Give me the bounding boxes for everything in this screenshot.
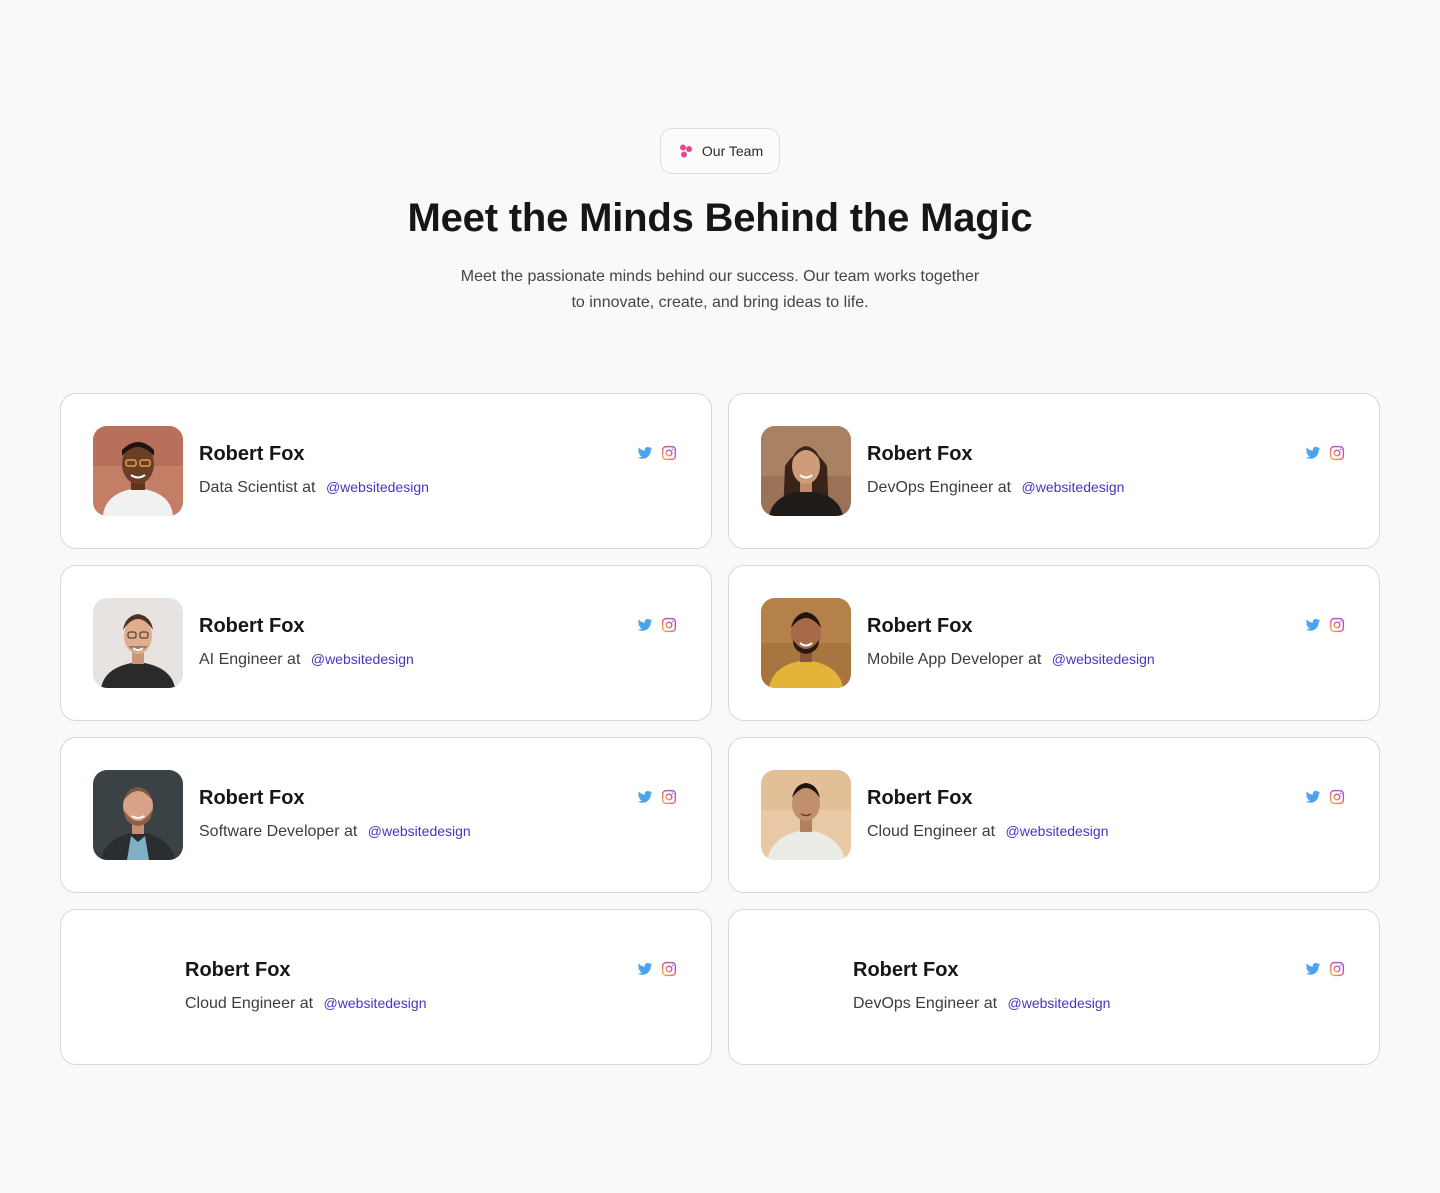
team-member-card: Robert Fox Data Scientist at @websitedes… [60, 393, 712, 549]
social-links [637, 961, 677, 977]
member-name: Robert Fox [199, 615, 305, 637]
social-links [637, 445, 677, 461]
member-role-line: Cloud Engineer at @websitedesign [185, 992, 426, 1015]
member-role: Data Scientist at [199, 479, 316, 496]
team-member-card: Robert Fox Cloud Engineer at @websitedes… [60, 909, 712, 1065]
instagram-icon[interactable] [661, 617, 677, 633]
member-role-line: AI Engineer at @websitedesign [199, 648, 414, 671]
team-member-card: Robert Fox DevOps Engineer at @websitede… [728, 909, 1380, 1065]
member-role-line: Mobile App Developer at @websitedesign [867, 648, 1155, 671]
avatar [761, 770, 851, 860]
member-role: Cloud Engineer at [185, 995, 314, 1012]
social-links [637, 617, 677, 633]
social-links [637, 789, 677, 805]
instagram-icon[interactable] [1329, 961, 1345, 977]
twitter-icon[interactable] [1305, 961, 1321, 977]
twitter-icon[interactable] [1305, 617, 1321, 633]
member-role-line: DevOps Engineer at @websitedesign [853, 992, 1110, 1015]
member-role: Mobile App Developer at [867, 651, 1042, 668]
avatar [93, 770, 183, 860]
twitter-icon[interactable] [637, 445, 653, 461]
member-role: Software Developer at [199, 823, 358, 840]
subtitle-line-2: to innovate, create, and bring ideas to … [571, 294, 869, 311]
avatar [93, 598, 183, 688]
instagram-icon[interactable] [1329, 789, 1345, 805]
member-name: Robert Fox [185, 959, 291, 981]
instagram-icon[interactable] [1329, 617, 1345, 633]
member-info: Robert Fox Software Developer at @websit… [199, 784, 471, 843]
twitter-icon[interactable] [637, 961, 653, 977]
member-handle-link[interactable]: @websitedesign [324, 995, 427, 1011]
member-info: Robert Fox AI Engineer at @websitedesign [199, 612, 414, 671]
member-name: Robert Fox [853, 959, 959, 981]
team-dots-icon [678, 143, 694, 159]
member-handle-link[interactable]: @websitedesign [368, 823, 471, 839]
member-handle-link[interactable]: @websitedesign [1052, 651, 1155, 667]
badge-label: Our Team [701, 143, 764, 159]
twitter-icon[interactable] [637, 617, 653, 633]
twitter-icon[interactable] [1305, 445, 1321, 461]
instagram-icon[interactable] [661, 445, 677, 461]
team-grid: Robert Fox Data Scientist at @websitedes… [60, 393, 1380, 1065]
avatar [761, 426, 851, 516]
instagram-icon[interactable] [661, 961, 677, 977]
team-member-card: Robert Fox Mobile App Developer at @webs… [728, 565, 1380, 721]
member-role: AI Engineer at [199, 651, 301, 668]
twitter-icon[interactable] [637, 789, 653, 805]
member-role-line: Data Scientist at @websitedesign [199, 476, 429, 499]
member-role-line: DevOps Engineer at @websitedesign [867, 476, 1124, 499]
member-role: DevOps Engineer at [853, 995, 998, 1012]
member-info: Robert Fox Mobile App Developer at @webs… [867, 612, 1155, 671]
member-name: Robert Fox [867, 443, 973, 465]
member-handle-link[interactable]: @websitedesign [326, 479, 429, 495]
member-handle-link[interactable]: @websitedesign [1006, 823, 1109, 839]
member-name: Robert Fox [867, 615, 973, 637]
avatar [93, 426, 183, 516]
member-handle-link[interactable]: @websitedesign [1008, 995, 1111, 1011]
social-links [1305, 789, 1345, 805]
social-links [1305, 617, 1345, 633]
page-title: Meet the Minds Behind the Magic [407, 196, 1033, 240]
instagram-icon[interactable] [1329, 445, 1345, 461]
social-links [1305, 445, 1345, 461]
team-member-card: Robert Fox AI Engineer at @websitedesign [60, 565, 712, 721]
member-info: Robert Fox DevOps Engineer at @websitede… [853, 956, 1110, 1015]
team-member-card: Robert Fox Software Developer at @websit… [60, 737, 712, 893]
member-handle-link[interactable]: @websitedesign [1022, 479, 1125, 495]
team-section: Our Team Meet the Minds Behind the Magic… [0, 0, 1440, 1193]
member-role: Cloud Engineer at [867, 823, 996, 840]
member-role-line: Software Developer at @websitedesign [199, 820, 471, 843]
page-subtitle: Meet the passionate minds behind our suc… [440, 264, 1000, 316]
member-role: DevOps Engineer at [867, 479, 1012, 496]
our-team-badge: Our Team [659, 128, 781, 174]
member-info: Robert Fox Cloud Engineer at @websitedes… [867, 784, 1108, 843]
member-name: Robert Fox [867, 787, 973, 809]
team-member-card: Robert Fox DevOps Engineer at @websitede… [728, 393, 1380, 549]
member-name: Robert Fox [199, 443, 305, 465]
member-handle-link[interactable]: @websitedesign [311, 651, 414, 667]
member-name: Robert Fox [199, 787, 305, 809]
member-role-line: Cloud Engineer at @websitedesign [867, 820, 1108, 843]
avatar [761, 598, 851, 688]
subtitle-line-1: Meet the passionate minds behind our suc… [460, 268, 980, 285]
twitter-icon[interactable] [1305, 789, 1321, 805]
team-member-card: Robert Fox Cloud Engineer at @websitedes… [728, 737, 1380, 893]
member-info: Robert Fox Cloud Engineer at @websitedes… [185, 956, 426, 1015]
member-info: Robert Fox Data Scientist at @websitedes… [199, 440, 429, 499]
team-header: Our Team Meet the Minds Behind the Magic… [0, 128, 1440, 316]
instagram-icon[interactable] [661, 789, 677, 805]
social-links [1305, 961, 1345, 977]
member-info: Robert Fox DevOps Engineer at @websitede… [867, 440, 1124, 499]
